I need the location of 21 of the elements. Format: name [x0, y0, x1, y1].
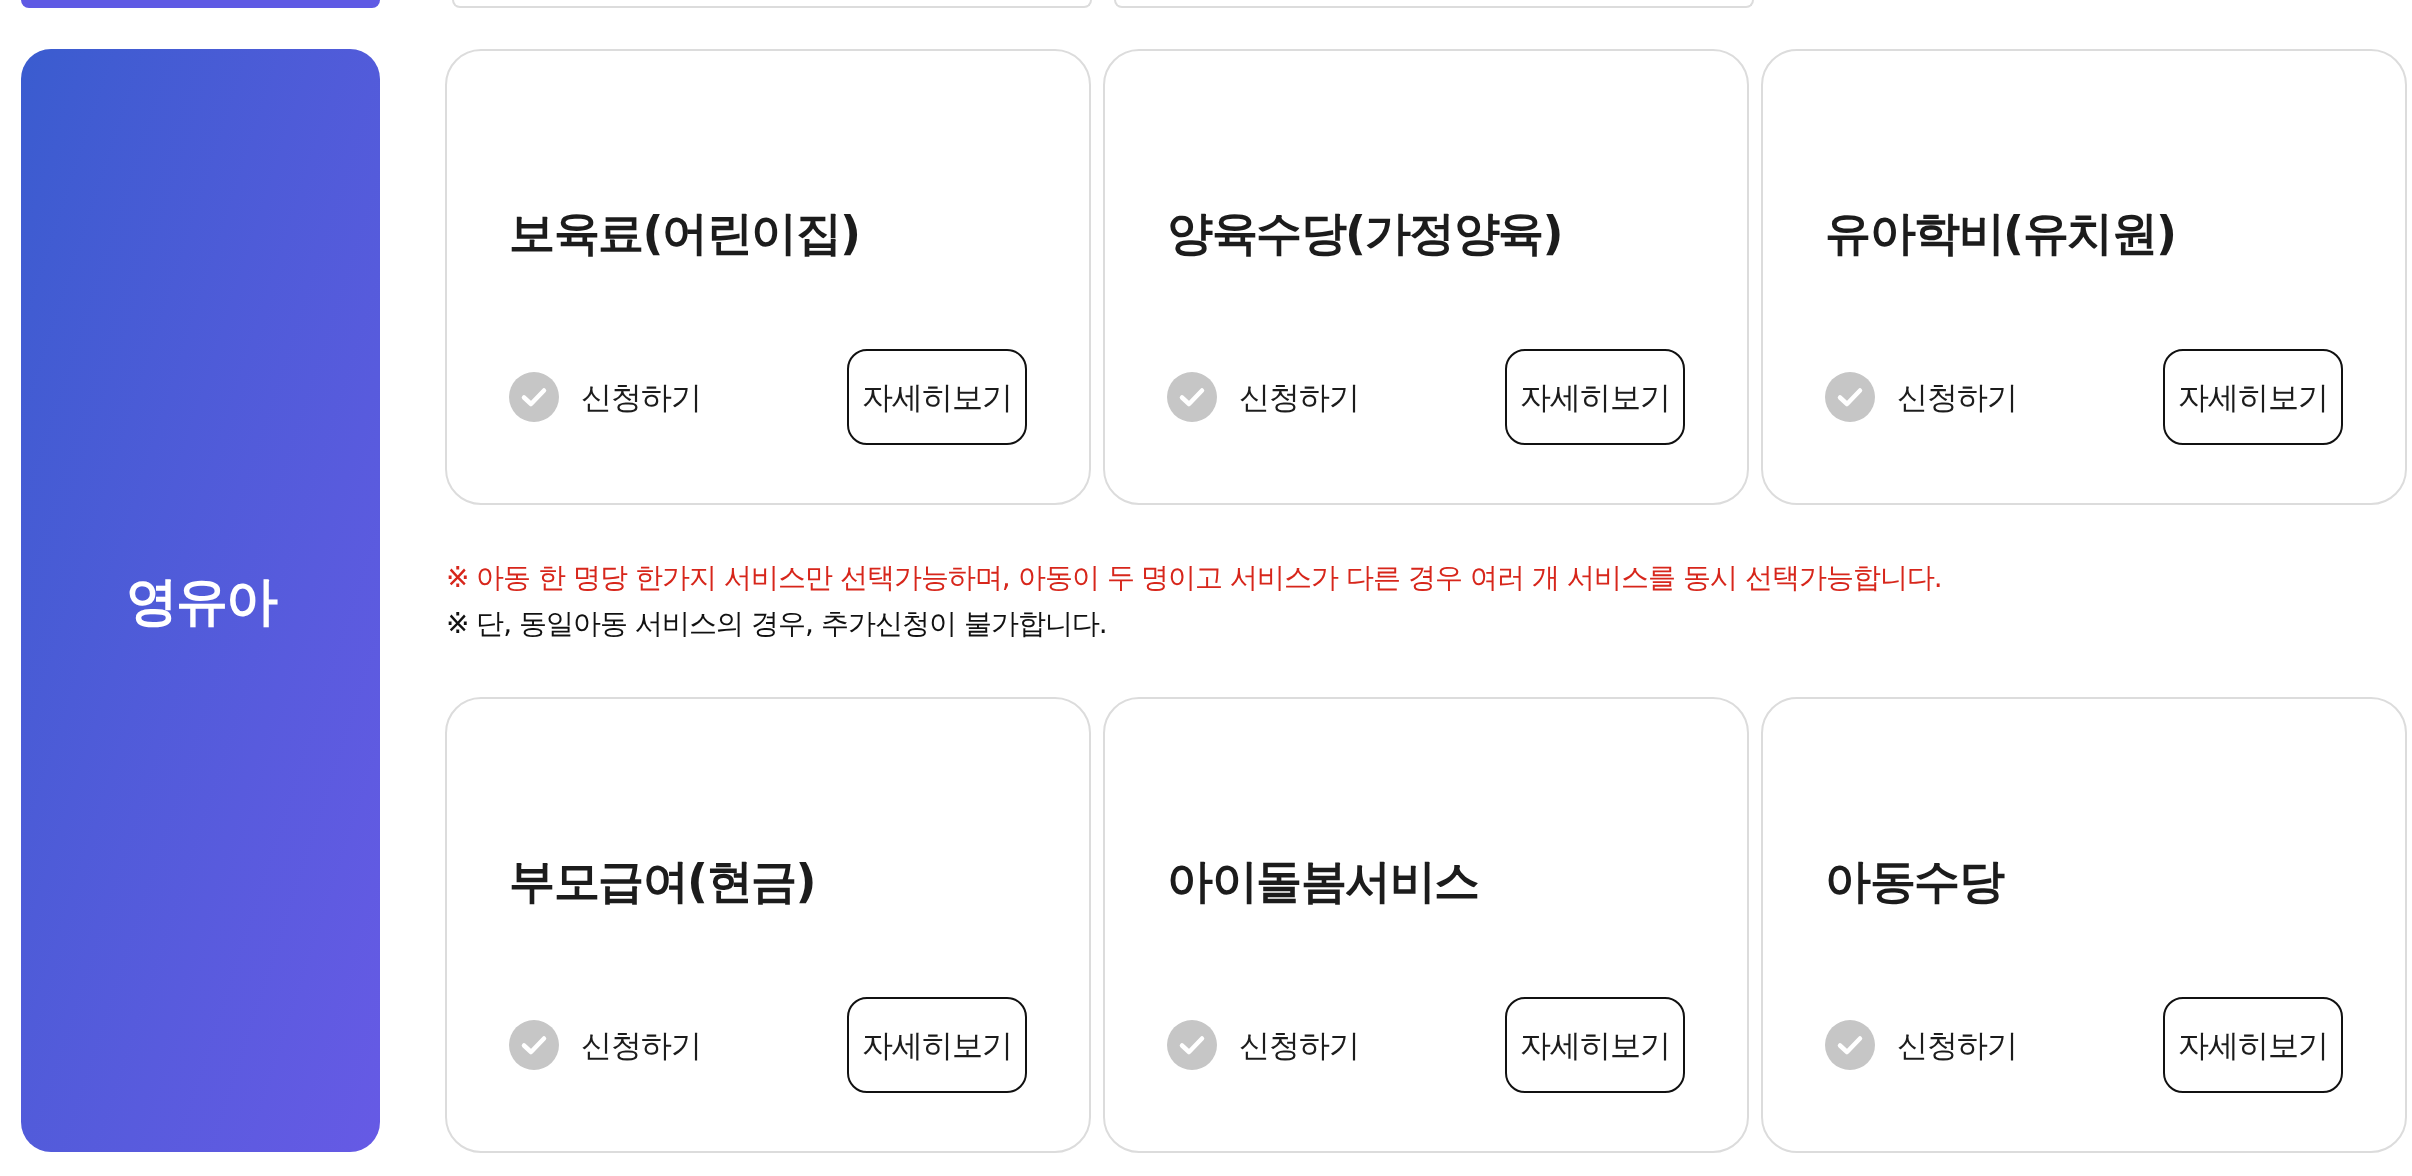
details-button[interactable]: 자세히보기	[1505, 349, 1685, 445]
service-title: 아동수당	[1825, 853, 2005, 910]
service-title: 양육수당(가정양육)	[1167, 205, 1564, 262]
service-title: 보육료(어린이집)	[509, 205, 861, 262]
notice-text: ※ 아동 한 명당 한가지 서비스만 선택가능하며, 아동이 두 명이고 서비스가 다른 경우 여러 개 서비스를 동시 선택가능합니다.	[446, 560, 1943, 596]
apply-checkbox[interactable]: 신청하기	[509, 1020, 701, 1070]
category-label: 영유아	[125, 569, 276, 633]
apply-checkbox[interactable]: 신청하기	[1825, 372, 2017, 422]
details-button[interactable]: 자세히보기	[847, 349, 1027, 445]
service-title: 유아학비(유치원)	[1825, 205, 2177, 262]
apply-checkbox[interactable]: 신청하기	[1825, 1020, 2017, 1070]
details-button[interactable]: 자세히보기	[2163, 997, 2343, 1093]
notice-text: ※ 단, 동일아동 서비스의 경우, 추가신청이 불가합니다.	[446, 606, 1108, 642]
details-button[interactable]: 자세히보기	[1505, 997, 1685, 1093]
details-button[interactable]: 자세히보기	[2163, 349, 2343, 445]
service-title: 아이돌봄서비스	[1167, 853, 1480, 910]
apply-checkbox[interactable]: 신청하기	[1167, 372, 1359, 422]
details-button[interactable]: 자세히보기	[847, 997, 1027, 1093]
apply-checkbox[interactable]: 신청하기	[509, 372, 701, 422]
service-title: 부모급여(현금)	[509, 853, 817, 910]
apply-checkbox[interactable]: 신청하기	[1167, 1020, 1359, 1070]
